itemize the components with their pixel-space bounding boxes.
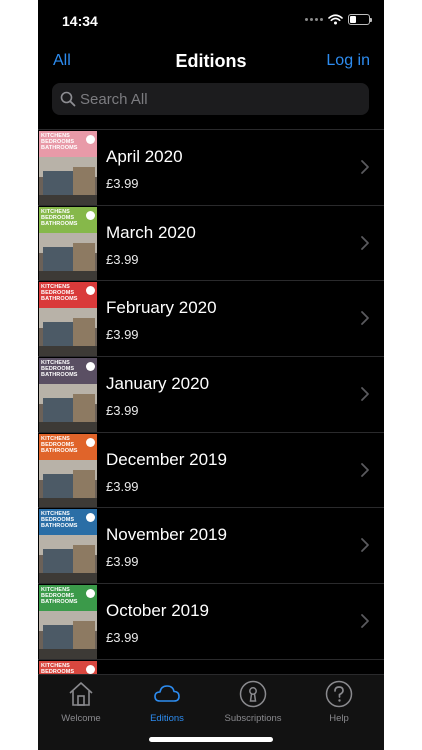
edition-cover-image: KITCHENS BEDROOMS BATHROOMS: [39, 509, 97, 584]
edition-cover-image: KITCHENS BEDROOMS BATHROOMS: [39, 131, 97, 205]
chevron-right-icon: [361, 462, 369, 477]
chevron-right-icon: [361, 160, 369, 174]
edition-row[interactable]: KITCHENS BEDROOMS BATHROOMS November 2019…: [38, 507, 384, 584]
edition-title: February 2020: [106, 298, 217, 318]
edition-cover-image: KITCHENS BEDROOMS BATHROOMS: [39, 660, 97, 674]
edition-price: £3.99: [106, 327, 139, 343]
cover-masthead: KITCHENS BEDROOMS BATHROOMS: [41, 360, 78, 379]
edition-title: October 2019: [106, 601, 210, 621]
home-indicator[interactable]: [149, 737, 273, 742]
edition-price: £3.99: [106, 630, 139, 646]
signal-icon: [305, 18, 323, 21]
chevron-right-icon: [361, 235, 369, 250]
cover-masthead: KITCHENS BEDROOMS BATHROOMS: [41, 587, 78, 606]
tab-editions[interactable]: Editions: [124, 679, 210, 729]
edition-price: £3.99: [106, 403, 139, 419]
edition-cover-image: KITCHENS BEDROOMS BATHROOMS: [39, 585, 97, 660]
home-icon: [69, 682, 93, 706]
phone-screen: 14:34 All Editions Log in KITCHENS BEDRO…: [38, 0, 384, 750]
edition-price: £3.99: [106, 478, 139, 494]
tab-label: Help: [329, 713, 349, 724]
lock-icon: [239, 680, 267, 708]
edition-title: April 2020: [106, 147, 183, 166]
edition-row[interactable]: KITCHENS BEDROOMS BATHROOMS October 2019 £…: [38, 583, 384, 660]
cover-masthead: KITCHENS BEDROOMS BATHROOMS: [41, 435, 78, 454]
edition-title: December 2019: [106, 449, 227, 469]
cover-masthead: KITCHENS BEDROOMS BATHROOMS: [41, 511, 78, 530]
edition-cover-image: KITCHENS BEDROOMS BATHROOMS: [39, 433, 97, 508]
login-button[interactable]: Log in: [326, 52, 370, 70]
status-bar: 14:34: [38, 0, 384, 42]
nav-bar: All Editions Log in: [38, 42, 384, 80]
chevron-right-icon: [361, 538, 369, 553]
cover-masthead: KITCHENS BEDROOMS BATHROOMS: [41, 133, 78, 151]
battery-icon: [348, 14, 372, 25]
edition-row[interactable]: KITCHENS BEDROOMS BATHROOMS December 2019…: [38, 431, 384, 508]
tab-label: Subscriptions: [224, 713, 282, 724]
search-input[interactable]: [80, 83, 360, 115]
chevron-right-icon: [361, 614, 369, 629]
tab-label: Welcome: [61, 713, 101, 724]
tab-welcome[interactable]: Welcome: [38, 679, 124, 729]
edition-cover-image: KITCHENS BEDROOMS BATHROOMS: [39, 282, 97, 357]
search-bar[interactable]: [52, 83, 369, 115]
edition-title: November 2019: [106, 525, 227, 545]
edition-row[interactable]: KITCHENS BEDROOMS BATHROOMS January 2020 £…: [38, 356, 384, 433]
cover-masthead: KITCHENS BEDROOMS BATHROOMS: [41, 662, 75, 674]
editions-list: KITCHENS BEDROOMS BATHROOMS April 2020 £3.…: [38, 129, 384, 674]
status-time: 14:34: [62, 13, 98, 29]
edition-price: £3.99: [106, 554, 139, 570]
tab-help[interactable]: Help: [296, 679, 382, 729]
cloud-icon: [154, 685, 180, 702]
help-icon: [325, 680, 353, 708]
edition-cover-image: KITCHENS BEDROOMS BATHROOMS: [39, 206, 97, 281]
edition-title: March 2020: [106, 222, 196, 242]
edition-row[interactable]: KITCHENS BEDROOMS BATHROOMS February 2020…: [38, 280, 384, 357]
cover-masthead: KITCHENS BEDROOMS BATHROOMS: [41, 208, 78, 227]
edition-cover-image: KITCHENS BEDROOMS BATHROOMS: [39, 358, 97, 433]
edition-row[interactable]: KITCHENS BEDROOMS BATHROOMS: [38, 658, 384, 674]
tab-subscriptions[interactable]: Subscriptions: [210, 679, 296, 729]
edition-row[interactable]: KITCHENS BEDROOMS BATHROOMS March 2020 £3.…: [38, 204, 384, 281]
cover-masthead: KITCHENS BEDROOMS BATHROOMS: [41, 284, 78, 303]
tab-label: Editions: [150, 713, 184, 724]
all-button[interactable]: All: [53, 52, 71, 70]
chevron-right-icon: [361, 311, 369, 326]
edition-price: £3.99: [106, 251, 139, 267]
status-icons: [305, 14, 372, 25]
edition-title: January 2020: [106, 374, 210, 394]
edition-price: £3.99: [106, 176, 139, 191]
wifi-icon: [328, 14, 343, 25]
edition-row[interactable]: KITCHENS BEDROOMS BATHROOMS April 2020 £3.…: [38, 129, 384, 205]
search-icon: [60, 91, 76, 107]
chevron-right-icon: [361, 387, 369, 401]
